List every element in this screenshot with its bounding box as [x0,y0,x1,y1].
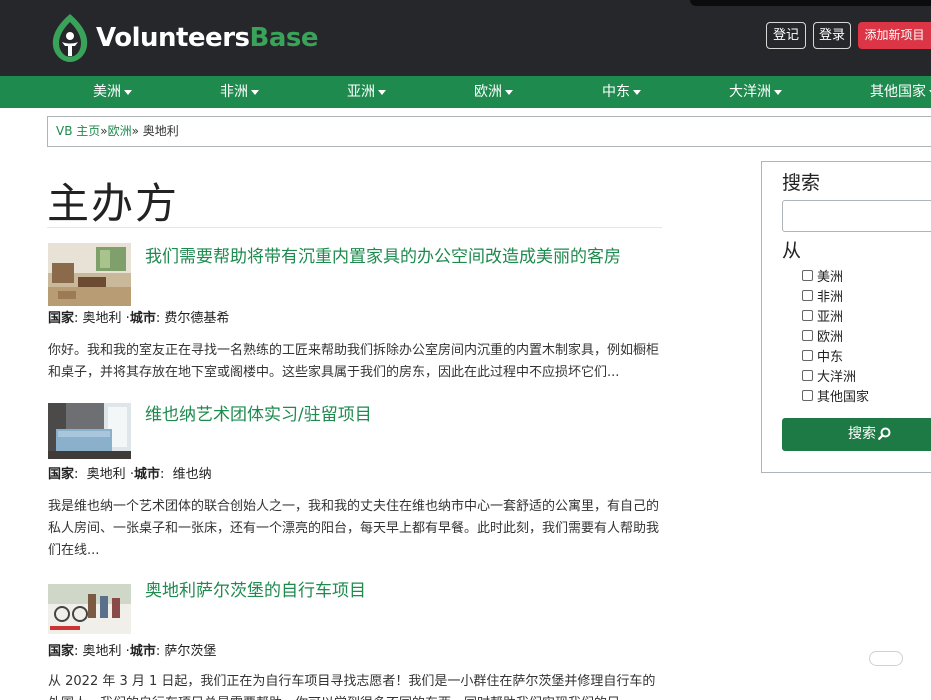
listing-city: 萨尔茨堡 [164,644,217,659]
caret-down-icon [633,89,641,95]
listing-title-link[interactable]: 我们需要帮助将带有沉重内置家具的办公空间改造成美丽的客房 [145,242,621,267]
register-button[interactable]: 登记 [766,22,806,49]
listing-photo-apartment [48,403,131,459]
title-divider [47,227,662,228]
caret-down-icon [251,89,259,95]
logo-text-volunteers: Volunteers [96,23,250,53]
logo-leaf-icon [52,14,88,62]
logo-text: VolunteersBase [96,23,318,53]
nav-item-label: 其他国家 [870,84,926,100]
from-heading: 从 [782,240,802,262]
region-nav: 美洲 非洲 亚洲 欧洲 中东 大洋洲 其他国家 [0,76,931,108]
breadcrumb-separator: » [100,124,108,138]
country-label: 国家 [48,644,75,659]
add-project-button[interactable]: 添加新项目 [858,22,931,49]
page-title: 主办方 [47,179,180,228]
nav-item-oceania[interactable]: 大洋洲 [729,76,782,108]
caret-down-icon [505,89,513,95]
region-checkbox-label: 大洋洲 [817,370,857,385]
region-checkbox-middle-east[interactable]: 中东 [802,346,843,365]
nav-item-label: 中东 [602,84,630,100]
region-checkbox-africa[interactable]: 非洲 [802,286,843,305]
header-strip [690,0,931,6]
nav-item-label: 欧洲 [474,84,502,100]
nav-item-other-countries[interactable]: 其他国家 [870,76,931,108]
caret-down-icon [774,89,782,95]
listing-meta: 国家: 奥地利 ·城市: 维也纳 [48,467,212,482]
logo-text-base: Base [249,23,319,53]
nav-item-label: 美洲 [93,84,121,100]
listing-description: 从 2022 年 3 月 1 日起，我们正在为自行车项目寻找志愿者！我们是一小群… [48,674,656,700]
listing-description: 我是维也纳一个艺术团体的联合创始人之一，我和我的丈夫住在维也纳市中心一套舒适的公… [48,499,660,558]
nav-item-americas[interactable]: 美洲 [93,76,132,108]
listing-city: 费尔德基希 [164,311,230,326]
search-input[interactable] [782,200,931,232]
region-checkbox-americas[interactable]: 美洲 [802,266,843,285]
checkbox-box[interactable] [802,370,813,381]
nav-item-middle-east[interactable]: 中东 [602,76,641,108]
breadcrumb-region-link[interactable]: 欧洲 [108,124,132,138]
listing-country: 奥地利 [86,467,126,482]
region-checkbox-label: 亚洲 [817,310,844,325]
listing-meta: 国家: 奥地利 ·城市: 萨尔茨堡 [48,644,217,659]
listing-city: 维也纳 [172,467,212,482]
caret-down-icon [378,89,386,95]
checkbox-box[interactable] [802,390,813,401]
caret-down-icon [124,89,132,95]
region-checkbox-label: 非洲 [817,290,844,305]
region-checkbox-oceania[interactable]: 大洋洲 [802,366,856,385]
search-heading: 搜索 [782,172,821,194]
search-button[interactable]: 搜索 [782,418,931,451]
listing-photo-office [48,243,131,306]
listing-photo-bikes [48,584,131,634]
region-checkbox-label: 其他国家 [817,390,870,405]
checkbox-box[interactable] [802,290,813,301]
breadcrumb-separator: » [131,124,139,138]
breadcrumb-home-link[interactable]: VB 主页 [56,124,100,138]
country-label: 国家 [48,467,75,482]
nav-item-label: 非洲 [220,84,248,100]
nav-item-africa[interactable]: 非洲 [220,76,259,108]
nav-item-label: 亚洲 [347,84,375,100]
site-logo[interactable]: VolunteersBase [48,11,318,65]
login-button[interactable]: 登录 [813,22,851,49]
city-label: 城市 [133,467,160,482]
listing-thumbnail[interactable] [48,243,131,306]
checkbox-box[interactable] [802,350,813,361]
listing-meta: 国家: 奥地利 ·城市: 费尔德基希 [48,311,230,326]
country-label: 国家 [48,311,75,326]
nav-item-label: 大洋洲 [729,84,771,100]
checkbox-box[interactable] [802,310,813,321]
search-button-label: 搜索 [848,426,876,442]
listing-country: 奥地利 [82,644,122,659]
search-icon [878,427,891,440]
watermark-logo [869,651,903,666]
nav-item-europe[interactable]: 欧洲 [474,76,513,108]
listing-thumbnail[interactable] [48,403,131,459]
region-checkbox-label: 美洲 [817,270,844,285]
nav-item-asia[interactable]: 亚洲 [347,76,386,108]
listing-country: 奥地利 [82,311,122,326]
region-checkbox-asia[interactable]: 亚洲 [802,306,843,325]
region-checkbox-label: 欧洲 [817,330,844,345]
breadcrumb-current: 奥地利 [138,124,179,138]
city-label: 城市 [129,311,156,326]
checkbox-box[interactable] [802,330,813,341]
listing-title-link[interactable]: 维也纳艺术团体实习/驻留项目 [145,400,372,425]
listing-description: 你好。我和我的室友正在寻找一名熟练的工匠来帮助我们拆除办公室房间内沉重的内置木制… [48,343,660,380]
breadcrumb: VB 主页»欧洲» 奥地利 [47,116,931,147]
search-sidebar: 搜索 从 美洲 非洲 亚洲 欧洲 中东 大洋洲 其他国家 搜索 [761,161,931,473]
city-label: 城市 [129,644,156,659]
region-checkbox-europe[interactable]: 欧洲 [802,326,843,345]
listing-title-link[interactable]: 奥地利萨尔茨堡的自行车项目 [145,576,366,601]
region-checkbox-label: 中东 [817,350,844,365]
region-checkbox-other[interactable]: 其他国家 [802,386,869,405]
listing-thumbnail[interactable] [48,584,131,634]
checkbox-box[interactable] [802,270,813,281]
site-header: VolunteersBase 登记 登录 添加新项目 [0,0,931,76]
